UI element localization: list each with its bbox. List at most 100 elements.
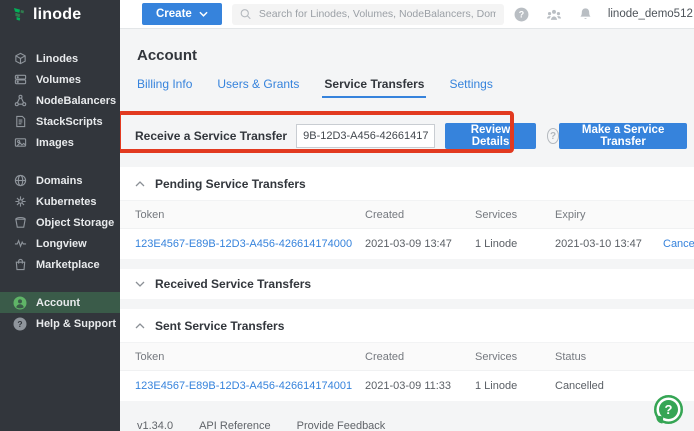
nodebalancers-icon <box>13 94 27 108</box>
make-service-transfer-button[interactable]: Make a Service Transfer <box>559 123 687 149</box>
search-input[interactable] <box>259 8 496 20</box>
main-content: Account Billing Info Users & Grants Serv… <box>120 29 694 431</box>
received-transfers-panel: Received Service Transfers <box>120 269 694 299</box>
sidebar-item-label: Kubernetes <box>36 196 97 208</box>
sidebar-item-object-storage[interactable]: Object Storage <box>0 212 120 233</box>
chevron-down-icon <box>199 11 208 17</box>
received-transfers-header[interactable]: Received Service Transfers <box>120 269 694 299</box>
chevron-up-icon <box>135 181 145 187</box>
column-header-status[interactable]: Status <box>555 351 663 363</box>
marketplace-icon <box>13 258 27 272</box>
transfer-action-row: Receive a Service Transfer Review Detail… <box>135 122 687 150</box>
table-row: 123E4567-E89B-12D3-A456-426614174001 202… <box>120 371 694 401</box>
api-reference-link[interactable]: API Reference <box>199 420 271 431</box>
column-header-token[interactable]: Token <box>135 351 365 363</box>
images-icon <box>13 136 27 150</box>
sidebar: linode Linodes Volumes NodeBalancers <box>0 0 120 431</box>
linode-logo-icon <box>11 7 27 23</box>
cell-status: Cancelled <box>555 380 663 392</box>
sidebar-item-label: Object Storage <box>36 217 114 229</box>
longview-icon <box>13 237 27 251</box>
global-search[interactable] <box>232 4 504 25</box>
svg-text:?: ? <box>519 9 524 19</box>
sidebar-item-kubernetes[interactable]: Kubernetes <box>0 191 120 212</box>
pending-transfers-header[interactable]: Pending Service Transfers <box>120 167 694 201</box>
topbar: Create ? linode_demo512 <box>120 0 694 29</box>
pending-transfers-panel: Pending Service Transfers Token Created … <box>120 167 694 259</box>
sidebar-item-domains[interactable]: Domains <box>0 170 120 191</box>
section-title: Received Service Transfers <box>155 277 311 291</box>
linodes-icon <box>13 52 27 66</box>
logo-text: linode <box>33 6 81 24</box>
column-header-services[interactable]: Services <box>475 351 555 363</box>
sidebar-item-label: Account <box>36 297 80 309</box>
sidebar-item-nodebalancers[interactable]: NodeBalancers <box>0 90 120 111</box>
table-row: 123E4567-E89B-12D3-A456-426614174000 202… <box>120 229 694 259</box>
help-icon: ? <box>13 317 27 331</box>
sidebar-item-images[interactable]: Images <box>0 132 120 153</box>
linode-logo[interactable]: linode <box>0 0 120 29</box>
tab-billing-info[interactable]: Billing Info <box>137 77 192 98</box>
transfer-token-link[interactable]: 123E4567-E89B-12D3-A456-426614174001 <box>135 380 365 392</box>
receive-transfer-label: Receive a Service Transfer <box>135 129 287 143</box>
cell-expiry: 2021-03-10 13:47 <box>555 238 663 250</box>
sent-table-header: Token Created Services Status <box>120 343 694 371</box>
stackscripts-icon <box>13 115 27 129</box>
sidebar-item-label: Longview <box>36 238 87 250</box>
receive-help-icon[interactable]: ? <box>547 128 559 144</box>
chevron-up-icon <box>135 323 145 329</box>
username[interactable]: linode_demo512 <box>608 8 693 20</box>
community-icon[interactable] <box>546 6 562 22</box>
topbar-icons: ? <box>514 6 594 22</box>
sidebar-item-linodes[interactable]: Linodes <box>0 48 120 69</box>
sidebar-item-volumes[interactable]: Volumes <box>0 69 120 90</box>
sidebar-item-label: Domains <box>36 175 82 187</box>
pending-table-header: Token Created Services Expiry <box>120 201 694 229</box>
tab-settings[interactable]: Settings <box>449 77 492 98</box>
sidebar-nav: Linodes Volumes NodeBalancers StackScrip… <box>0 29 120 334</box>
help-icon[interactable]: ? <box>514 6 530 22</box>
sidebar-item-longview[interactable]: Longview <box>0 233 120 254</box>
volumes-icon <box>13 73 27 87</box>
sidebar-item-label: StackScripts <box>36 116 103 128</box>
search-icon <box>240 8 251 20</box>
cell-created: 2021-03-09 13:47 <box>365 238 475 250</box>
domains-icon <box>13 174 27 188</box>
column-header-created[interactable]: Created <box>365 209 475 221</box>
help-chat-button[interactable]: ? <box>654 395 683 424</box>
sidebar-item-label: Images <box>36 137 74 149</box>
sidebar-item-label: Marketplace <box>36 259 100 271</box>
page-title: Account <box>137 47 694 64</box>
sidebar-item-help-support[interactable]: ? Help & Support <box>0 313 120 334</box>
cancel-transfer-link[interactable]: Cancel <box>663 238 694 250</box>
column-header-token[interactable]: Token <box>135 209 365 221</box>
question-mark-icon: ? <box>665 402 673 417</box>
notifications-bell-icon[interactable] <box>578 6 594 22</box>
create-button-label: Create <box>156 8 192 20</box>
sidebar-item-account[interactable]: Account <box>0 292 120 313</box>
object-storage-icon <box>13 216 27 230</box>
review-details-button[interactable]: Review Details <box>445 123 536 149</box>
svg-text:?: ? <box>17 319 22 329</box>
tab-users-grants[interactable]: Users & Grants <box>217 77 299 98</box>
sidebar-item-stackscripts[interactable]: StackScripts <box>0 111 120 132</box>
section-title: Pending Service Transfers <box>155 177 306 191</box>
provide-feedback-link[interactable]: Provide Feedback <box>297 420 386 431</box>
sidebar-item-marketplace[interactable]: Marketplace <box>0 254 120 275</box>
cell-services: 1 Linode <box>475 238 555 250</box>
transfer-token-link[interactable]: 123E4567-E89B-12D3-A456-426614174000 <box>135 238 365 250</box>
column-header-created[interactable]: Created <box>365 351 475 363</box>
tab-service-transfers[interactable]: Service Transfers <box>324 77 424 98</box>
create-button[interactable]: Create <box>142 3 222 25</box>
account-icon <box>13 296 27 310</box>
version-link[interactable]: v1.34.0 <box>137 420 173 431</box>
sidebar-item-label: NodeBalancers <box>36 95 116 107</box>
sidebar-item-label: Linodes <box>36 53 78 65</box>
column-header-services[interactable]: Services <box>475 209 555 221</box>
sidebar-section-gap <box>0 275 120 292</box>
footer: v1.34.0 API Reference Provide Feedback <box>137 420 694 431</box>
column-header-expiry[interactable]: Expiry <box>555 209 663 221</box>
receive-token-input[interactable] <box>296 124 435 148</box>
section-title: Sent Service Transfers <box>155 319 284 333</box>
sent-transfers-header[interactable]: Sent Service Transfers <box>120 309 694 343</box>
